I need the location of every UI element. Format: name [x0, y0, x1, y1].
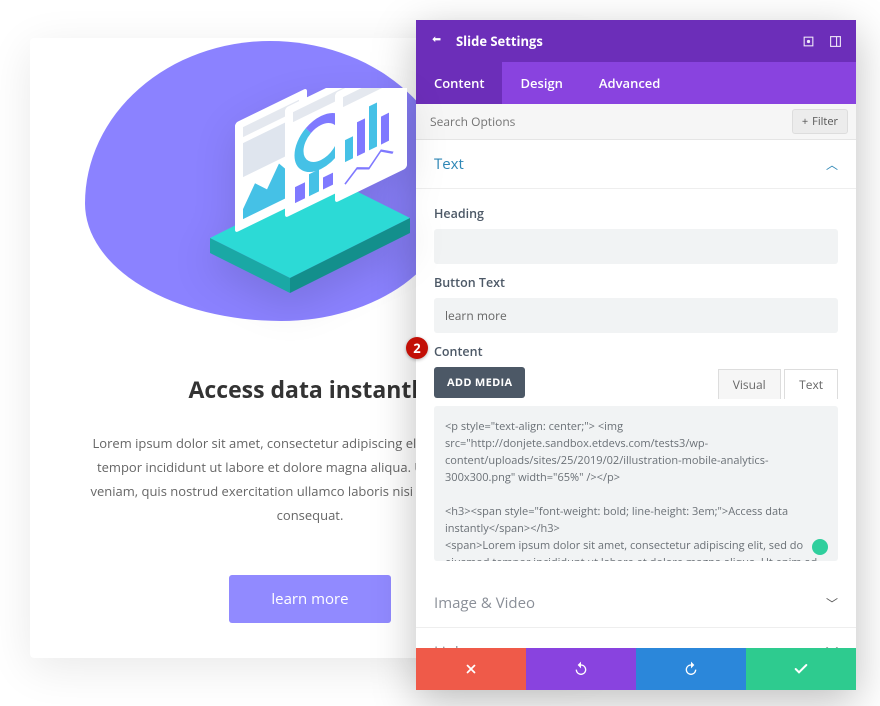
- section-link-header[interactable]: Link ﹀: [416, 628, 856, 648]
- grammarly-icon[interactable]: [812, 539, 828, 555]
- analytics-illustration: [90, 68, 530, 338]
- undo-button[interactable]: [526, 648, 636, 690]
- discard-button[interactable]: [416, 648, 526, 690]
- panel-title: Slide Settings: [456, 32, 543, 50]
- plus-icon: +: [802, 114, 808, 129]
- section-title: Image & Video: [434, 593, 535, 613]
- content-editor[interactable]: <p style="text-align: center;"> <img src…: [434, 406, 838, 561]
- snap-icon[interactable]: [829, 35, 842, 48]
- expand-icon[interactable]: [802, 35, 815, 48]
- filter-button[interactable]: + Filter: [792, 109, 848, 134]
- editor-tab-text[interactable]: Text: [784, 369, 838, 399]
- section-image-video-header[interactable]: Image & Video ﹀: [416, 579, 856, 628]
- panel-titlebar: Slide Settings: [416, 20, 856, 62]
- save-button[interactable]: [746, 648, 856, 690]
- step-badge: 2: [406, 337, 428, 359]
- chevron-down-icon: ﹀: [826, 595, 838, 612]
- learn-more-button[interactable]: learn more: [229, 575, 390, 623]
- editor-tab-visual[interactable]: Visual: [718, 369, 781, 399]
- chevron-up-icon: ︿: [826, 156, 838, 173]
- filter-label: Filter: [812, 114, 838, 129]
- redo-button[interactable]: [636, 648, 746, 690]
- panel-footer: [416, 648, 856, 690]
- content-label: Content: [434, 343, 838, 360]
- add-media-button[interactable]: ADD MEDIA: [434, 367, 525, 398]
- back-icon[interactable]: [430, 34, 444, 48]
- tab-advanced[interactable]: Advanced: [581, 62, 678, 104]
